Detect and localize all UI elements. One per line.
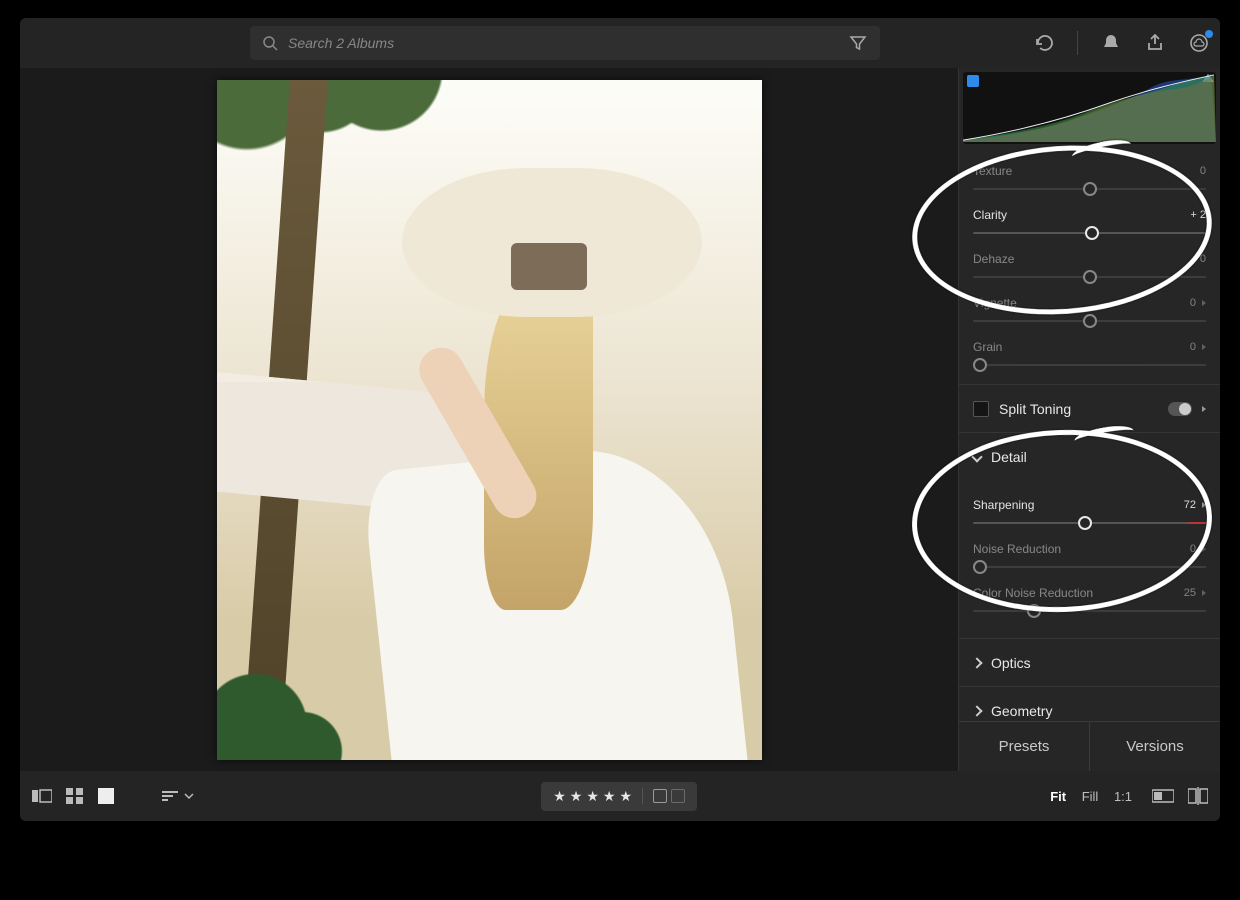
vignette-slider[interactable] [973, 320, 1206, 322]
split-toning-section[interactable]: Split Toning [959, 384, 1220, 432]
filmstrip-view-icon[interactable] [32, 788, 52, 804]
topbar-separator [1077, 31, 1078, 55]
grain-slider[interactable] [973, 364, 1206, 366]
noise-reduction-value: 0 [1190, 543, 1196, 555]
rating-bar[interactable]: ★ ★ ★ ★ ★ [541, 782, 697, 811]
presets-tab[interactable]: Presets [959, 722, 1089, 771]
star-icon[interactable]: ★ [586, 788, 599, 805]
color-noise-slider-row: Color Noise Reduction 25 [973, 586, 1206, 612]
clarity-slider-row: Clarity + 2 [973, 208, 1206, 234]
top-icon-group [847, 31, 1210, 55]
split-toning-toggle[interactable] [1168, 402, 1192, 416]
grain-slider-row: Grain 0 [973, 340, 1206, 366]
search-input[interactable]: Search 2 Albums [250, 26, 880, 60]
detail-label: Detail [991, 449, 1027, 465]
detail-section-header[interactable]: Detail [959, 432, 1220, 480]
star-icon[interactable]: ★ [603, 788, 616, 805]
geometry-label: Geometry [991, 703, 1052, 719]
vignette-value: 0 [1190, 297, 1196, 309]
show-original-icon[interactable] [1152, 788, 1174, 804]
star-icon[interactable]: ★ [570, 788, 583, 805]
flag-reject-icon[interactable] [671, 789, 685, 803]
edit-panel: Texture0 Clarity+ 2 Dehaze0 Vignette0 Gr [958, 68, 1220, 771]
texture-slider[interactable] [973, 188, 1206, 190]
clarity-label: Clarity [973, 208, 1007, 222]
noise-reduction-label: Noise Reduction [973, 542, 1061, 556]
top-bar: Search 2 Albums [20, 18, 1220, 68]
clarity-slider[interactable] [973, 232, 1206, 234]
dehaze-slider-row: Dehaze 0 [973, 252, 1206, 278]
bottom-bar: ★ ★ ★ ★ ★ Fit Fill 1:1 [20, 771, 1220, 821]
sharpening-slider[interactable] [973, 522, 1206, 524]
expand-icon[interactable] [1202, 502, 1206, 508]
optics-section-header[interactable]: Optics [959, 638, 1220, 686]
color-noise-slider[interactable] [973, 610, 1206, 612]
grain-label: Grain [973, 340, 1002, 354]
clarity-value: + 2 [1190, 209, 1206, 221]
color-noise-label: Color Noise Reduction [973, 586, 1093, 600]
single-view-icon[interactable] [98, 788, 114, 804]
search-icon [262, 35, 278, 51]
sharpening-value: 72 [1184, 499, 1196, 511]
noise-reduction-slider[interactable] [973, 566, 1206, 568]
texture-value: 0 [1200, 165, 1206, 177]
chevron-down-icon [971, 451, 982, 462]
expand-icon[interactable] [1202, 300, 1206, 306]
sharpening-label: Sharpening [973, 498, 1034, 512]
sharpening-slider-row: Sharpening 72 [973, 498, 1206, 524]
grain-value: 0 [1190, 341, 1196, 353]
photo-canvas[interactable] [20, 68, 958, 771]
texture-label: Texture [973, 164, 1012, 178]
optics-label: Optics [991, 655, 1031, 671]
panel-tabs: Presets Versions [959, 721, 1220, 771]
filter-icon[interactable] [847, 32, 869, 54]
edit-panel-scroll[interactable]: Texture0 Clarity+ 2 Dehaze0 Vignette0 Gr [959, 152, 1220, 721]
share-icon[interactable] [1144, 32, 1166, 54]
app-window: Search 2 Albums [20, 18, 1220, 821]
main-body: Texture0 Clarity+ 2 Dehaze0 Vignette0 Gr [20, 68, 1220, 771]
dehaze-slider[interactable] [973, 276, 1206, 278]
notifications-icon[interactable] [1100, 32, 1122, 54]
undo-icon[interactable] [1033, 32, 1055, 54]
split-toning-label: Split Toning [999, 401, 1071, 417]
expand-icon[interactable] [1202, 344, 1206, 350]
histogram[interactable] [963, 72, 1216, 144]
star-icon[interactable]: ★ [553, 788, 566, 805]
detail-section-body: Sharpening 72 Noise Reduction 0 Color Nois… [973, 480, 1206, 638]
sort-button[interactable] [162, 791, 194, 801]
compare-view-icon[interactable] [1188, 787, 1208, 805]
versions-tab[interactable]: Versions [1089, 722, 1220, 771]
expand-icon[interactable] [1202, 546, 1206, 552]
zoom-fit-button[interactable]: Fit [1044, 789, 1072, 804]
expand-icon[interactable] [1202, 590, 1206, 596]
flag-pick-icon[interactable] [653, 789, 667, 803]
split-toning-icon [973, 401, 989, 417]
grid-view-icon[interactable] [66, 788, 84, 804]
expand-icon[interactable] [1202, 406, 1206, 412]
zoom-1to1-button[interactable]: 1:1 [1108, 789, 1138, 804]
separator [642, 788, 643, 804]
chevron-right-icon [971, 705, 982, 716]
color-noise-value: 25 [1184, 587, 1196, 599]
dehaze-label: Dehaze [973, 252, 1014, 266]
vignette-label: Vignette [973, 296, 1017, 310]
cloud-sync-icon[interactable] [1188, 32, 1210, 54]
noise-reduction-slider-row: Noise Reduction 0 [973, 542, 1206, 568]
preview-image [217, 80, 762, 760]
search-placeholder: Search 2 Albums [288, 35, 394, 51]
geometry-section-header[interactable]: Geometry [959, 686, 1220, 721]
texture-slider-row: Texture 0 [973, 164, 1206, 190]
zoom-fill-button[interactable]: Fill [1076, 789, 1105, 804]
vignette-slider-row: Vignette 0 [973, 296, 1206, 322]
sync-status-dot [1205, 30, 1213, 38]
zoom-controls: Fit Fill 1:1 [1044, 789, 1138, 804]
chevron-down-icon [184, 792, 194, 800]
dehaze-value: 0 [1200, 253, 1206, 265]
star-icon[interactable]: ★ [619, 788, 632, 805]
chevron-right-icon [971, 657, 982, 668]
